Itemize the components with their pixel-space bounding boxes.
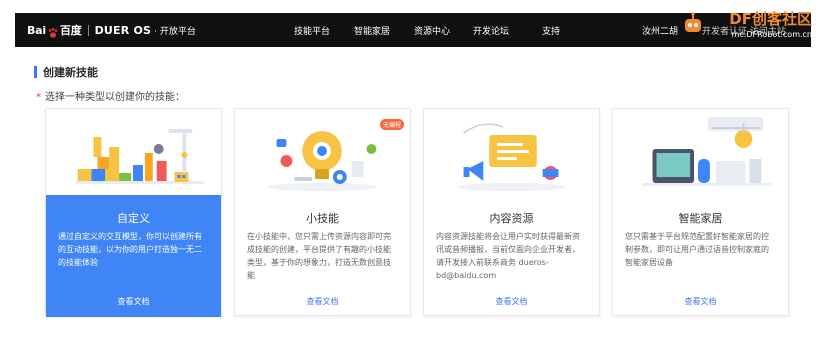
card-title: 自定义 <box>117 212 150 225</box>
card-description: 您只需基于平台规范配置好智能家居的控制参数，即可让用户通过语音控制家庭的智能家居… <box>625 232 769 267</box>
card-description: 在小技能中，您只需上传资源内容即可完成技能的创建，平台提供了有趣的小技能类型，基… <box>247 232 391 280</box>
baidu-logo-cn: 百度 <box>59 24 82 37</box>
card-description: 内容资源技能将会让用户实时获得最新资讯或音频播报，当前仅面向企业开发者，请开发接… <box>436 232 580 280</box>
view-docs-link[interactable]: 查看文档 <box>46 296 221 307</box>
product-name: DUER OS <box>94 23 152 37</box>
dfrobot-watermark: DF创客社区 mc.DFRobot.com.cn <box>666 6 816 46</box>
nav-smart-home[interactable]: 智能家居 <box>354 24 390 37</box>
baidu-logo-text: Bai <box>27 23 46 37</box>
skill-type-card-content[interactable]: 内容资源 内容资源技能将会让用户实时获得最新资讯或音频播报，当前仅面向企业开发者… <box>423 108 600 316</box>
watermark-title: DF创客社区 <box>729 10 812 28</box>
no-code-badge: 无编程 <box>379 119 404 130</box>
skill-type-card-smart-home[interactable]: 智能家居 您只需基于平台规范配置好智能家居的控制参数，即可让用户通过语音控制家庭… <box>612 108 789 316</box>
card-description: 通过自定义的交互模型，你可以创建所有的互动技能，以为你的用户打造独一无二的技能体… <box>58 232 202 267</box>
card-title: 智能家居 <box>678 212 723 225</box>
nav-dev-forum[interactable]: 开发论坛 <box>473 24 509 37</box>
skill-type-card-mini[interactable]: 无编程 小技能 在小技能中，您只需上传资源内容即可完成技能的创建，平台提供了有趣… <box>234 108 411 316</box>
type-prompt-text: 选择一种类型以创建你的技能： <box>45 92 185 103</box>
required-mark: * <box>36 92 41 103</box>
watermark-url: mc.DFRobot.com.cn <box>731 30 812 39</box>
nav-support[interactable]: 支持 <box>542 24 560 37</box>
section-accent-bar <box>34 66 37 78</box>
robot-mascot-icon <box>685 12 701 32</box>
custom-skill-illustration <box>46 109 221 195</box>
baidu-paw-icon <box>47 24 59 38</box>
card-title: 内容资源 <box>489 212 534 225</box>
content-skill-illustration <box>424 109 599 195</box>
nav-resource-center[interactable]: 资源中心 <box>414 24 450 37</box>
product-subtitle: · 开放平台 <box>154 26 196 37</box>
brand-divider <box>87 24 89 36</box>
view-docs-link[interactable]: 查看文档 <box>424 296 599 307</box>
nav-skill-platform[interactable]: 技能平台 <box>294 24 330 37</box>
smart-home-illustration <box>613 109 788 195</box>
card-title: 小技能 <box>306 212 339 225</box>
section-title: 创建新技能 <box>43 66 98 79</box>
type-prompt: * 选择一种类型以创建你的技能： <box>36 88 185 103</box>
brand-logo[interactable]: Bai 百度 DUER OS · 开放平台 <box>27 22 196 38</box>
skill-type-card-custom[interactable]: 自定义 通过自定义的交互模型，你可以创建所有的互动技能，以为你的用户打造独一无二… <box>45 108 222 317</box>
view-docs-link[interactable]: 查看文档 <box>235 296 410 307</box>
view-docs-link[interactable]: 查看文档 <box>613 296 788 307</box>
